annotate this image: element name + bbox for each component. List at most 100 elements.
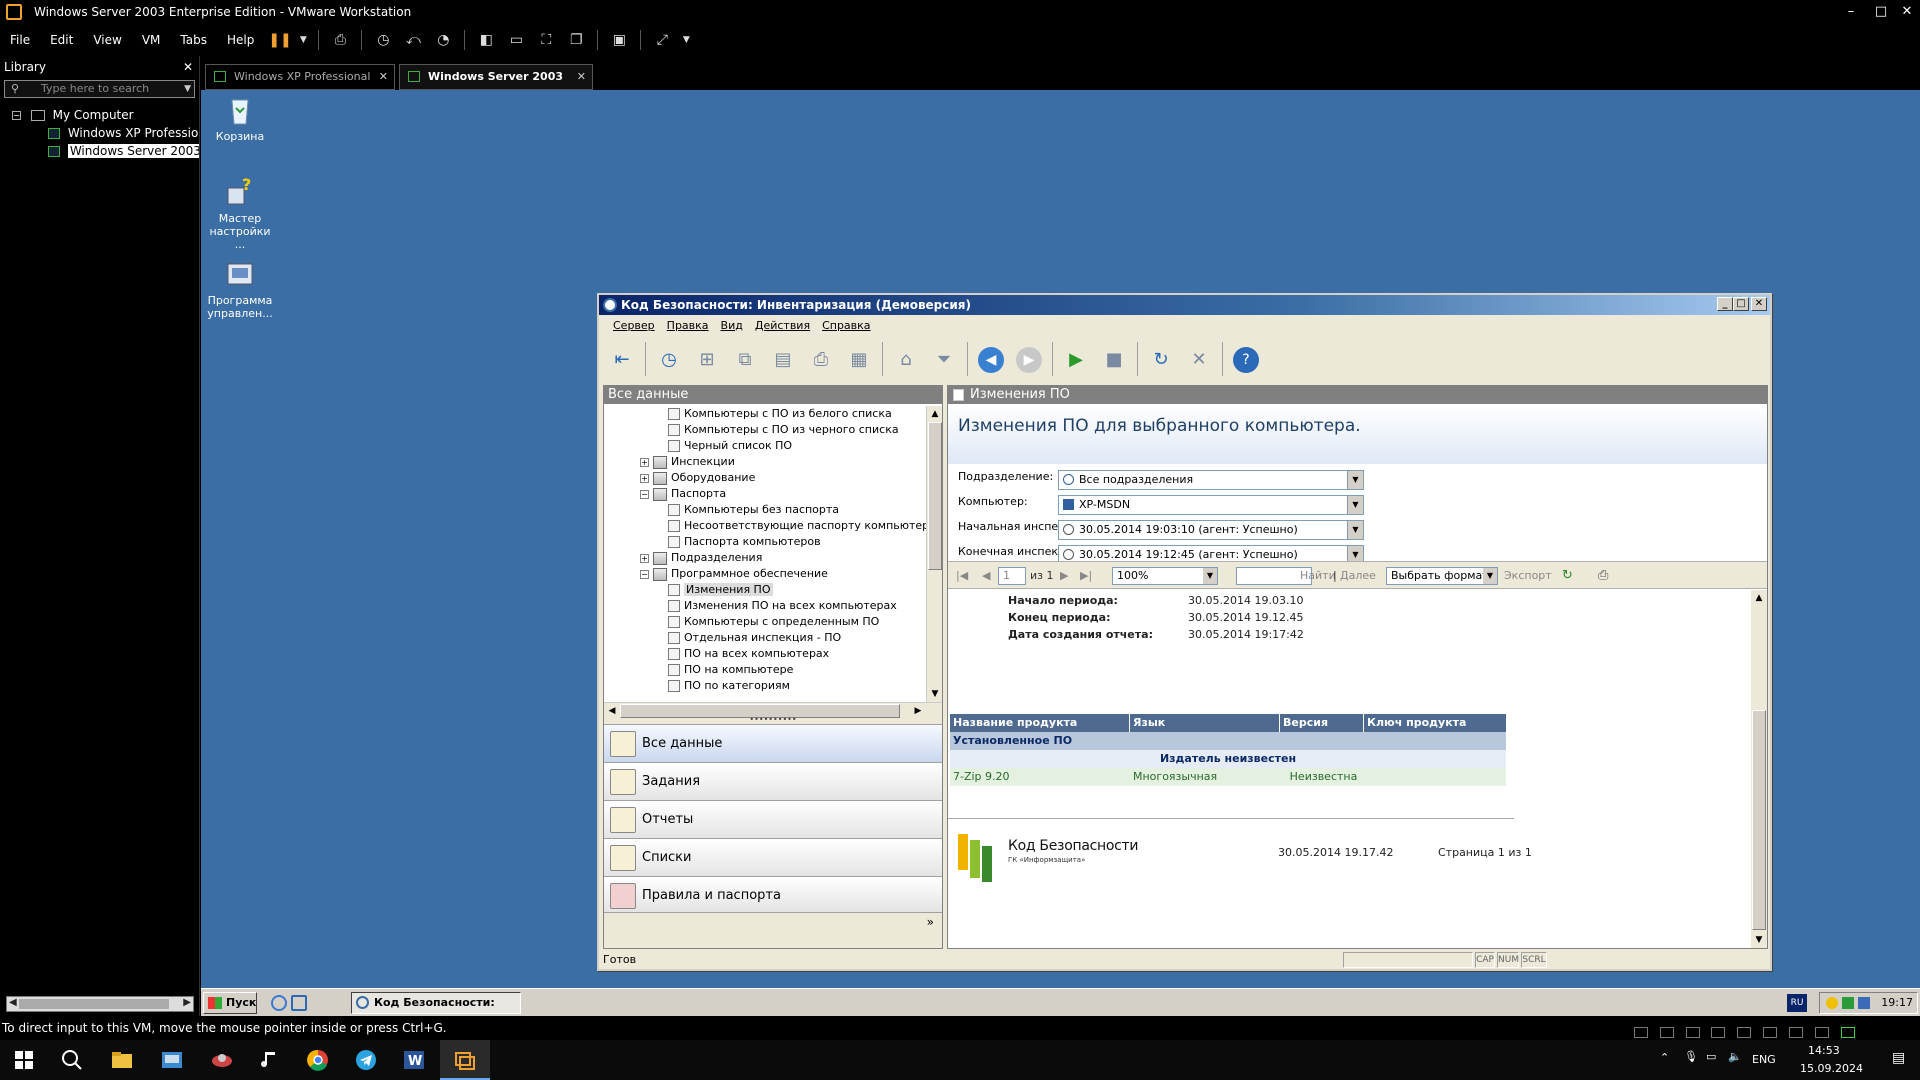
language-indicator[interactable]: ENG (1752, 1053, 1776, 1066)
show-library-icon[interactable]: ◧ (475, 29, 497, 51)
word-icon[interactable]: W (402, 1048, 426, 1072)
game-icon[interactable] (210, 1048, 234, 1072)
taskbar-app-button[interactable]: Код Безопасности: И... (351, 992, 521, 1029)
app-title-bar[interactable]: Код Безопасности: Инвентаризация (Демове… (599, 295, 1770, 315)
scroll-down-icon[interactable]: ▼ (1751, 932, 1767, 948)
tree-item[interactable]: Несоответствующие паспорту компьютеры (668, 518, 926, 534)
chevron-down-icon[interactable]: ▼ (298, 29, 308, 51)
tree-item[interactable]: Компьютеры с ПО из белого списка (668, 406, 892, 422)
tree-item[interactable]: Изменения ПО на всех компьютерах (668, 598, 897, 614)
tree-node-vm[interactable]: Windows XP Professional (0, 124, 199, 142)
first-page-icon[interactable]: |◀ (956, 567, 968, 585)
chevron-down-icon[interactable]: ▼ (1347, 471, 1363, 489)
windows-start-icon[interactable] (12, 1048, 36, 1072)
tree-item[interactable]: − Программное обеспечение (640, 566, 828, 582)
refresh-icon[interactable]: ↻ (1144, 341, 1178, 377)
hierarchy-icon[interactable]: ⌂ (889, 341, 923, 377)
delete-icon[interactable]: ✕ (1182, 341, 1216, 377)
printer-icon[interactable] (1788, 1027, 1803, 1038)
network-adapter-icon[interactable] (1711, 1027, 1726, 1038)
vmware-icon[interactable] (453, 1048, 477, 1072)
internet-explorer-icon[interactable] (271, 995, 287, 1011)
menu-vm[interactable]: VM (132, 33, 171, 47)
more-icon[interactable]: » (927, 915, 934, 929)
file-explorer-icon[interactable] (110, 1048, 134, 1072)
music-icon[interactable] (258, 1048, 282, 1072)
revert-snapshot-icon[interactable]: ⤺ (402, 29, 424, 51)
page-number-input[interactable]: 1 (998, 567, 1026, 585)
language-indicator[interactable]: RU (1787, 994, 1807, 1012)
export-link[interactable]: Экспорт (1504, 567, 1552, 585)
tree-item[interactable]: + Подразделения (640, 550, 762, 566)
library-search-input[interactable]: ⚲ Type here to search ▼ (4, 80, 195, 98)
print-icon[interactable]: ⎙ (1598, 567, 1608, 585)
tree-item[interactable]: ПО по категориям (668, 678, 790, 694)
previous-page-icon[interactable]: ◀ (982, 567, 990, 585)
usb-icon[interactable] (1737, 1027, 1752, 1038)
cd-icon[interactable] (1659, 1027, 1674, 1038)
chevron-down-icon[interactable]: ▼ (1347, 496, 1363, 514)
next-page-icon[interactable]: ▶ (1060, 567, 1068, 585)
menu-tabs[interactable]: Tabs (170, 33, 217, 47)
tree-vertical-scrollbar[interactable]: ▲ ▼ (926, 406, 942, 702)
tree-item[interactable]: Изменения ПО (668, 582, 773, 598)
sound-icon[interactable] (1763, 1027, 1778, 1038)
chrome-icon[interactable] (306, 1048, 330, 1072)
full-screen-icon[interactable]: ⛶ (535, 29, 557, 51)
network-icon[interactable]: ▭ (1706, 1050, 1716, 1063)
tree-node-vm[interactable]: Windows Server 2003 Enterprise Edition (0, 142, 199, 160)
app-maximize-button[interactable]: □ (1733, 297, 1749, 311)
scroll-left-icon[interactable]: ◀ (9, 997, 17, 1008)
report-icon[interactable]: ▦ (842, 341, 876, 377)
scroll-up-icon[interactable]: ▲ (927, 406, 943, 422)
print-icon[interactable]: ⎙ (804, 341, 838, 377)
desktop-icon-wizard[interactable]: ? Мастер настройки ... (203, 175, 277, 251)
menu-help[interactable]: Help (217, 33, 264, 47)
nav-forward-icon[interactable]: ▶ (1012, 341, 1046, 377)
tab-windows-server-2003[interactable]: Windows Server 2003 Ent... ✕ (399, 64, 593, 107)
stop-icon[interactable]: ■ (1097, 341, 1131, 377)
hard-disk-icon[interactable] (1634, 1027, 1648, 1038)
stretch-guest-icon[interactable]: ⤢ (651, 29, 673, 51)
scroll-thumb[interactable] (19, 999, 169, 1009)
tree-item[interactable]: + Оборудование (640, 470, 755, 486)
network-icon[interactable] (1858, 997, 1870, 1009)
scroll-thumb[interactable] (928, 422, 942, 570)
start-button[interactable]: Пуск (203, 992, 257, 1014)
telegram-icon[interactable] (354, 1048, 378, 1072)
expand-icon[interactable]: + (640, 553, 649, 563)
volume-icon[interactable]: 🔈 (1728, 1050, 1742, 1063)
chevron-down-icon[interactable]: ▼ (1483, 568, 1497, 584)
collapse-icon[interactable]: − (640, 489, 649, 499)
message-icon[interactable] (1840, 1027, 1855, 1038)
schedule-task-icon[interactable]: ◷ (652, 341, 686, 377)
app-close-button[interactable]: ✕ (1751, 297, 1767, 311)
nav-lists[interactable]: Списки (604, 838, 942, 876)
menu-edit[interactable]: Edit (40, 33, 83, 47)
console-view-icon[interactable]: ▣ (608, 29, 630, 51)
close-icon[interactable]: ✕ (577, 65, 586, 89)
menu-edit[interactable]: Правка (661, 319, 715, 332)
menu-view[interactable]: View (83, 33, 131, 47)
scroll-up-icon[interactable]: ▲ (1751, 590, 1767, 606)
server-manager-icon[interactable] (291, 995, 307, 1011)
chevron-down-icon[interactable]: ▼ (1203, 568, 1217, 584)
menu-view[interactable]: Вид (715, 319, 749, 332)
tree-item[interactable]: Отдельная инспекция - ПО (668, 630, 841, 646)
chevron-down-icon[interactable]: ▼ (681, 29, 691, 51)
desktop-icon-recycle-bin[interactable]: Корзина (203, 94, 277, 143)
agent-icon[interactable] (1842, 997, 1854, 1009)
tree-item[interactable]: ПО на всех компьютерах (668, 646, 829, 662)
floppy-icon[interactable] (1685, 1027, 1700, 1038)
security-icon[interactable] (1826, 997, 1838, 1009)
snapshot-icon[interactable]: ◷ (372, 29, 394, 51)
nav-rules-passports[interactable]: Правила и паспорта (604, 876, 942, 912)
chevron-up-icon[interactable]: ⌃ (1660, 1051, 1669, 1064)
collapse-icon[interactable]: − (12, 111, 21, 120)
report-vertical-scrollbar[interactable]: ▲ ▼ (1751, 590, 1767, 948)
refresh-icon[interactable]: ↻ (1562, 567, 1573, 585)
chevron-down-icon[interactable]: ▼ (184, 81, 191, 97)
snapshot-manager-icon[interactable]: ◔ (432, 29, 454, 51)
tree-item[interactable]: Паспорта компьютеров (668, 534, 821, 550)
tree-item[interactable]: Компьютеры с ПО из черного списка (668, 422, 899, 438)
